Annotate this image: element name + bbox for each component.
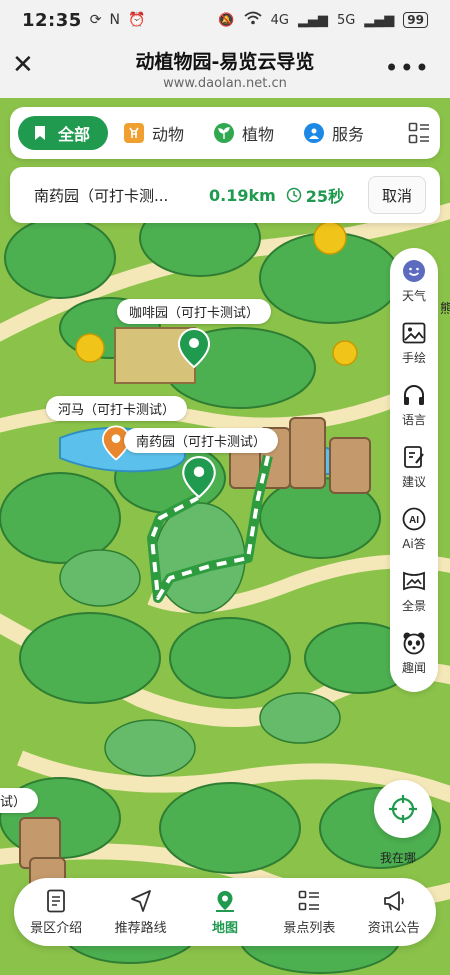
nav-recommended-routes-label: 推荐路线	[114, 920, 167, 936]
tool-panorama-label: 全景	[401, 599, 426, 613]
tool-panorama[interactable]: 全景	[390, 568, 438, 628]
nav-map[interactable]: 地图	[185, 889, 265, 936]
clock-icon	[286, 187, 302, 203]
category-plants-label: 植物	[242, 125, 275, 144]
destination-pin-icon[interactable]	[182, 456, 216, 498]
route-destination: 南药园（可打卡测...	[34, 186, 169, 205]
nav-attraction-list-label: 景点列表	[283, 920, 336, 936]
category-plants[interactable]: 植物	[200, 116, 288, 150]
poi-label-hippo[interactable]: 河马（可打卡测试）	[46, 396, 188, 421]
map-illustration	[0, 98, 450, 975]
document-icon	[47, 889, 66, 912]
alarm-icon: ⏰	[128, 12, 146, 28]
status-time: 12:35	[22, 9, 82, 31]
tool-ai-answer-label: Ai答	[402, 537, 426, 551]
panorama-icon	[401, 568, 427, 594]
image-icon	[401, 320, 427, 346]
weather-icon	[401, 258, 427, 284]
close-icon[interactable]: ✕	[12, 52, 34, 78]
poi-label-edge-right[interactable]: 熊	[440, 298, 450, 317]
grid-menu-icon[interactable]	[406, 120, 432, 146]
tool-handdrawn-label: 手绘	[401, 351, 426, 365]
bottom-navigation: 景区介绍 推荐路线 地图 景点列表 资讯公告	[14, 878, 436, 946]
navigation-arrow-icon	[130, 889, 151, 912]
category-all-label: 全部	[58, 125, 91, 144]
svg-text:AI: AI	[409, 515, 419, 526]
page-url: www.daolan.net.cn	[163, 76, 287, 91]
edit-note-icon	[401, 444, 427, 470]
sync-icon: ⟳	[89, 12, 102, 28]
poi-label-medicine[interactable]: 南药园（可打卡测试）	[124, 428, 279, 453]
signal-4g: 4G	[270, 12, 289, 28]
page-header: ✕ 动植物园-易览云导览 www.daolan.net.cn •••	[0, 40, 450, 98]
nav-map-label: 地图	[211, 920, 238, 936]
tool-fun-facts[interactable]: 趣闻	[390, 630, 438, 690]
battery-indicator: 99	[403, 12, 428, 28]
category-all[interactable]: 全部	[18, 116, 109, 150]
nfc-icon: N	[109, 12, 121, 28]
tool-language-label: 语言	[401, 413, 426, 427]
coffee-pin-icon[interactable]	[178, 328, 210, 368]
status-bar: 12:35 ⟳ N ⏰ 🔕 4G ▂▄▆ 5G ▂▄▆ 99	[0, 0, 450, 40]
tool-weather[interactable]: 天气	[390, 258, 438, 318]
mute-icon: 🔕	[218, 12, 235, 28]
service-icon	[304, 123, 325, 143]
category-services-label: 服务	[332, 125, 365, 144]
route-duration-value: 25秒	[305, 187, 345, 206]
route-distance: 0.19km	[209, 185, 276, 205]
tool-suggestion-label: 建议	[401, 475, 426, 489]
signal-5g: 5G	[336, 12, 356, 28]
signal-icon: ▂▄▆	[297, 12, 328, 28]
tool-fun-facts-label: 趣闻	[401, 661, 426, 675]
signal-icon-2: ▂▄▆	[364, 12, 395, 28]
crosshair-icon	[389, 795, 417, 823]
headphones-icon	[401, 382, 427, 408]
locate-me-button[interactable]	[374, 780, 432, 838]
megaphone-icon	[383, 890, 404, 911]
panda-icon	[401, 630, 427, 656]
cancel-route-button[interactable]: 取消	[368, 176, 426, 214]
tool-handdrawn[interactable]: 手绘	[390, 320, 438, 380]
nav-news-announcements-label: 资讯公告	[367, 920, 420, 936]
category-filter-bar: 全部 动物 植物 服务	[10, 107, 440, 159]
category-animals[interactable]: 动物	[110, 116, 198, 150]
category-animals-label: 动物	[152, 125, 185, 144]
tool-ai-answer[interactable]: AI Ai答	[390, 506, 438, 566]
nav-news-announcements[interactable]: 资讯公告	[354, 889, 434, 936]
tool-suggestion[interactable]: 建议	[390, 444, 438, 504]
more-options-icon[interactable]: •••	[385, 54, 430, 82]
page-title: 动植物园-易览云导览	[135, 51, 315, 73]
route-duration: 25秒	[286, 183, 344, 207]
bookmark-icon	[30, 123, 50, 143]
category-services[interactable]: 服务	[290, 116, 378, 150]
locate-me-label: 我在哪	[380, 851, 417, 865]
nav-scenic-intro[interactable]: 景区介绍	[16, 889, 96, 936]
nav-scenic-intro-label: 景区介绍	[30, 920, 83, 936]
route-info-card: 南药园（可打卡测... 0.19km 25秒 取消	[10, 167, 440, 223]
map-canvas[interactable]	[0, 98, 450, 975]
nav-recommended-routes[interactable]: 推荐路线	[101, 889, 181, 936]
ai-chat-icon: AI	[401, 506, 427, 532]
list-icon	[299, 890, 320, 910]
map-pin-icon	[215, 890, 234, 912]
deer-icon	[124, 123, 145, 143]
tool-weather-label: 天气	[401, 289, 426, 303]
poi-label-edge-left[interactable]: 试）	[0, 788, 39, 813]
wifi-icon	[243, 11, 262, 29]
poi-label-coffee[interactable]: 咖啡园（可打卡测试）	[117, 299, 272, 324]
nav-attraction-list[interactable]: 景点列表	[269, 889, 349, 936]
sprout-icon	[214, 123, 235, 143]
tool-language[interactable]: 语言	[390, 382, 438, 442]
map-tools-panel: 天气 手绘 语言 建议 AI Ai答 全景 趣闻	[390, 248, 438, 692]
